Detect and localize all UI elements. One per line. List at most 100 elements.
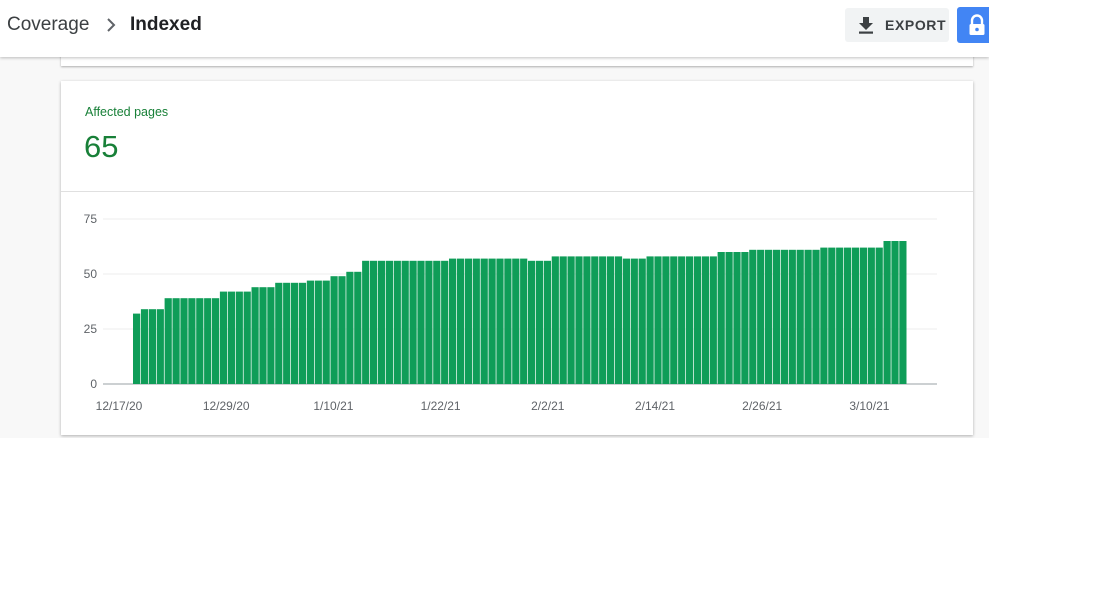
bar [899, 241, 907, 384]
app-window: Coverage Indexed EXPORT Affected pages 6… [0, 0, 989, 438]
bar [607, 256, 615, 384]
bar [298, 282, 307, 384]
bar [749, 249, 757, 384]
bar [599, 256, 607, 384]
top-bar: Coverage Indexed EXPORT [0, 0, 989, 57]
bar [409, 260, 417, 384]
bar [425, 260, 433, 384]
bar [275, 282, 283, 384]
y-tick-label: 50 [84, 267, 98, 281]
bar [709, 256, 717, 384]
bar [804, 249, 812, 384]
bar [322, 280, 330, 384]
bar [757, 249, 765, 384]
bar [464, 258, 472, 384]
bar [851, 247, 860, 384]
bar [883, 241, 891, 384]
export-label: EXPORT [885, 17, 947, 33]
bar [148, 309, 156, 384]
bar [267, 287, 275, 384]
x-tick-label: 12/29/20 [203, 399, 250, 413]
affected-pages-chart: 0 25 50 75 12/17/20 12/29/20 1/10/21 1/22/21 2/2… [84, 212, 937, 413]
bar [259, 287, 267, 384]
bar [188, 298, 196, 384]
bar [630, 258, 638, 384]
bar [433, 260, 441, 384]
bar [235, 291, 243, 384]
bar [227, 291, 235, 384]
y-tick-label: 75 [84, 212, 98, 226]
bar [591, 256, 599, 384]
bar [314, 280, 322, 384]
bar [543, 260, 551, 384]
bar [891, 241, 899, 384]
bar [622, 258, 630, 384]
bar [212, 298, 220, 384]
page-title: Indexed [130, 14, 202, 35]
bar [449, 258, 457, 384]
bar [496, 258, 504, 384]
breadcrumb-coverage-link[interactable]: Coverage [7, 14, 89, 36]
x-tick-label: 2/26/21 [742, 399, 782, 413]
bar [686, 256, 694, 384]
bar [717, 252, 725, 384]
y-tick-label: 0 [90, 377, 97, 391]
bar [243, 291, 251, 384]
bar [836, 247, 844, 384]
bar [196, 298, 204, 384]
bar [251, 287, 259, 384]
affected-pages-card: Affected pages 65 0 25 50 75 12/17/20 12/29/2… [61, 81, 973, 435]
bar [204, 298, 212, 384]
bar [354, 271, 362, 384]
bar [172, 298, 180, 384]
bar [377, 260, 386, 384]
bar [583, 256, 591, 384]
x-tick-label: 1/22/21 [421, 399, 461, 413]
bar [638, 258, 646, 384]
bar [330, 276, 338, 384]
bar [180, 298, 188, 384]
bar [283, 282, 291, 384]
bar [733, 252, 741, 384]
x-tick-label: 1/10/21 [313, 399, 353, 413]
bar [401, 260, 409, 384]
bar [488, 258, 496, 384]
bar [678, 256, 686, 384]
bar [670, 256, 678, 384]
bar [828, 247, 836, 384]
bar [725, 252, 733, 384]
bar [772, 249, 781, 384]
lock-button[interactable] [957, 7, 989, 43]
bar [765, 249, 773, 384]
bar [867, 247, 875, 384]
bar [844, 247, 852, 384]
x-tick-label: 2/2/21 [531, 399, 565, 413]
bar [140, 309, 149, 384]
bar [441, 260, 449, 384]
bar [370, 260, 378, 384]
bar [575, 256, 583, 384]
bar [654, 256, 662, 384]
bar [693, 256, 702, 384]
bar [133, 313, 141, 384]
bar [472, 258, 480, 384]
bar [551, 256, 559, 384]
bar [701, 256, 709, 384]
bar [646, 256, 654, 384]
chevron-right-icon [107, 18, 116, 32]
y-tick-label: 25 [84, 322, 98, 336]
bar [385, 260, 393, 384]
bar [306, 280, 314, 384]
bar [567, 256, 575, 384]
bar [796, 249, 804, 384]
bar [480, 258, 488, 384]
bar [219, 291, 228, 384]
bar [504, 258, 512, 384]
bar [362, 260, 370, 384]
bar [662, 256, 670, 384]
export-button[interactable]: EXPORT [845, 8, 949, 42]
bar [291, 282, 299, 384]
bar [812, 249, 820, 384]
bar [535, 260, 544, 384]
x-tick-label: 12/17/20 [96, 399, 143, 413]
